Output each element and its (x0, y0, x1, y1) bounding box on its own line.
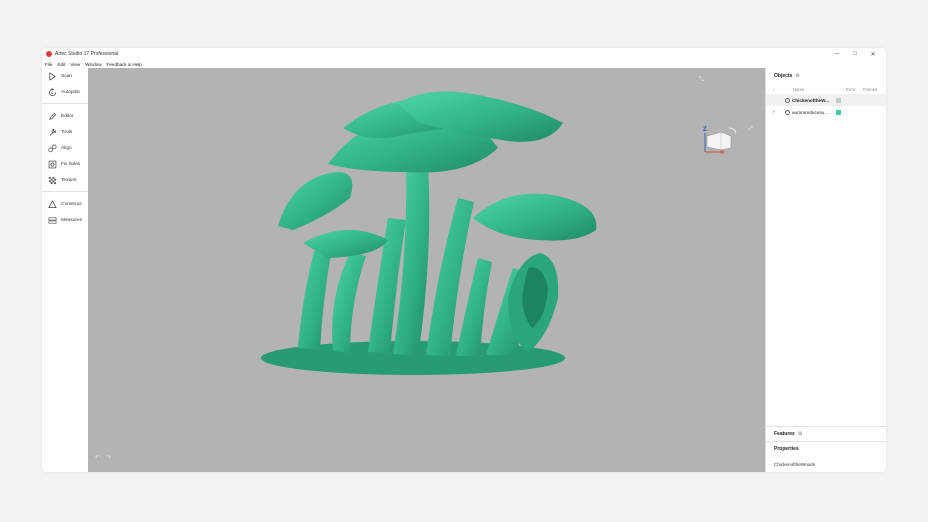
features-header: Features ⚙ (774, 431, 802, 437)
sidebar-item-label: Fix holes (61, 161, 81, 167)
menu-view[interactable]: View (70, 62, 80, 67)
menu-edit[interactable]: Edit (57, 62, 65, 67)
sidebar-item-measures[interactable]: Measures (42, 213, 88, 227)
undo-icon[interactable]: ↶ (95, 454, 100, 461)
triangle-icon (48, 199, 57, 208)
object-row[interactable]: ChickenoftheW... (766, 94, 886, 106)
window-title: Artec Studio 17 Professional (55, 51, 119, 57)
object-row[interactable]: ✓ aurorareducesu... (766, 106, 886, 118)
sidebar-item-label: Scan (61, 73, 72, 79)
sidebar-item-texture[interactable]: Texture (42, 173, 88, 187)
sidebar-item-scan[interactable]: Scan (42, 69, 88, 83)
properties-header: Properties (774, 446, 799, 452)
view-cube-widget[interactable]: Z X (701, 124, 743, 158)
object-name: aurorareducesu... (792, 109, 829, 115)
sidebar-item-tools[interactable]: Tools (42, 125, 88, 139)
sidebar-item-label: Measures (61, 217, 83, 223)
sidebar-item-label: Construct (61, 201, 82, 207)
mushroom-mesh-model[interactable] (88, 68, 765, 472)
svg-text:A: A (51, 90, 54, 94)
tool-sidebar: Scan A Autopilot Editor Tools Align Fix … (42, 68, 88, 472)
gear-icon[interactable]: ⚙ (795, 73, 799, 79)
sidebar-item-fix-holes[interactable]: Fix holes (42, 157, 88, 171)
wrench-icon (49, 128, 57, 136)
axis-z-label: Z (703, 127, 707, 133)
app-window: Artec Studio 17 Professional ─ □ ✕ File … (42, 48, 886, 472)
align-icon (48, 144, 57, 152)
object-color-swatch[interactable] (836, 109, 841, 115)
name-column-header[interactable]: Name (793, 87, 804, 92)
texture-icon (48, 176, 57, 184)
sidebar-item-label: Texture (61, 177, 77, 183)
title-bar: Artec Studio 17 Professional ─ □ ✕ (42, 48, 886, 60)
menu-bar: File Edit View Window Feedback & Help (42, 60, 147, 68)
object-icon (785, 109, 790, 115)
fix-holes-icon (48, 160, 57, 168)
visibility-column-icon: ✓ (772, 87, 776, 92)
sidebar-item-align[interactable]: Align (42, 141, 88, 155)
play-icon (49, 71, 56, 81)
frames-column-header[interactable]: Frames (863, 87, 877, 92)
close-button[interactable]: ✕ (864, 48, 882, 60)
objects-title: Objects (774, 73, 793, 79)
sidebar-item-construct[interactable]: Construct (42, 197, 88, 211)
window-controls: ─ □ ✕ (828, 48, 882, 60)
features-title: Features (774, 431, 795, 437)
artec-logo-icon (46, 51, 52, 57)
panel-divider (766, 441, 886, 442)
maximize-button[interactable]: □ (846, 48, 864, 60)
view-cube-icon: Z X (703, 127, 737, 156)
redo-icon[interactable]: ↷ (106, 454, 111, 461)
property-object-name: ChickenoftheWoods (774, 462, 816, 467)
sidebar-divider (42, 191, 88, 192)
sidebar-item-autopilot[interactable]: A Autopilot (42, 85, 88, 99)
sidebar-divider (42, 103, 88, 104)
3d-viewport[interactable]: Z X ⤡ ⤢ ↶ ↷ (88, 68, 765, 472)
object-color-swatch[interactable] (836, 97, 841, 103)
menu-file[interactable]: File (45, 62, 52, 67)
error-column-header[interactable]: Error (846, 87, 855, 92)
sidebar-item-editor[interactable]: Editor (42, 109, 88, 123)
zoom-fit-icon[interactable]: ⤢ (748, 126, 753, 133)
axis-x-label: X (720, 150, 724, 156)
menu-window[interactable]: Window (85, 62, 101, 67)
sidebar-item-label: Align (61, 145, 72, 151)
measures-icon (48, 216, 57, 224)
autopilot-icon: A (49, 87, 57, 96)
panel-divider (766, 426, 886, 427)
gear-icon[interactable]: ⚙ (798, 431, 802, 437)
sidebar-item-label: Tools (61, 129, 73, 135)
objects-header: Objects ⚙ (774, 73, 800, 79)
expand-icon[interactable]: ⤡ (699, 77, 704, 84)
object-icon (785, 97, 790, 103)
minimize-button[interactable]: ─ (828, 48, 846, 60)
visibility-checkbox[interactable]: ✓ (772, 109, 776, 115)
sidebar-item-label: Editor (61, 113, 74, 119)
sidebar-item-label: Autopilot (61, 89, 80, 95)
workspace-panel: Objects ⚙ ✓ Name Error Frames Chickenofth… (765, 68, 886, 472)
menu-feedback-help[interactable]: Feedback & Help (107, 62, 142, 67)
pencil-icon (49, 112, 57, 120)
object-name: ChickenoftheW... (792, 97, 830, 103)
